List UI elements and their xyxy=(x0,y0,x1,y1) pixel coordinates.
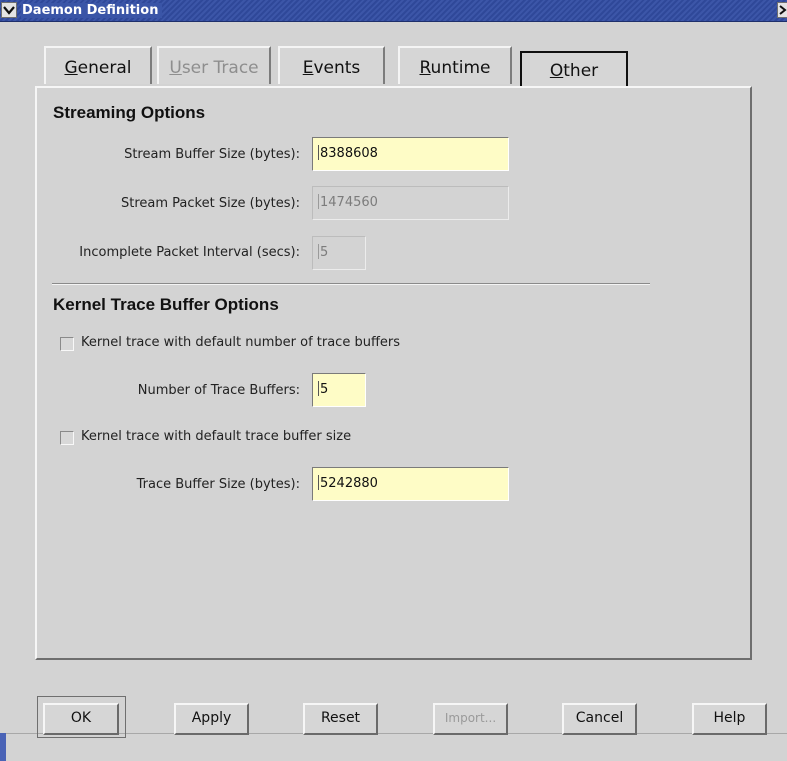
tab-events-mnemonic: E xyxy=(302,58,314,78)
kernel-trace-buffer-heading: Kernel Trace Buffer Options xyxy=(53,295,279,314)
title-bar[interactable]: Daemon Definition xyxy=(0,0,787,22)
text-caret xyxy=(318,381,319,396)
number-of-trace-buffers-value: 5 xyxy=(320,382,329,397)
trace-buffer-size-label: Trace Buffer Size (bytes): xyxy=(136,477,300,492)
stream-buffer-size-field[interactable]: 8388608 xyxy=(312,137,509,171)
default-number-buffers-label[interactable]: Kernel trace with default number of trac… xyxy=(81,335,400,350)
incomplete-packet-interval-label: Incomplete Packet Interval (secs): xyxy=(79,245,300,260)
text-caret xyxy=(318,194,319,209)
tab-general-mnemonic: G xyxy=(64,58,78,78)
tab-events[interactable]: Events xyxy=(278,46,385,84)
incomplete-packet-interval-value: 5 xyxy=(320,245,329,260)
tab-runtime-label: untime xyxy=(430,58,491,78)
window-title: Daemon Definition xyxy=(21,3,163,18)
streaming-options-heading: Streaming Options xyxy=(53,103,206,122)
chevron-right-icon xyxy=(779,5,787,15)
window-right-button[interactable] xyxy=(777,2,787,18)
tab-runtime-mnemonic: R xyxy=(419,58,431,78)
chevron-down-icon xyxy=(3,6,15,15)
tab-events-label: vents xyxy=(313,58,361,78)
section-divider xyxy=(52,283,650,285)
default-number-buffers-checkbox[interactable] xyxy=(60,337,74,351)
tab-runtime[interactable]: Runtime xyxy=(398,46,512,84)
tab-other-label: ther xyxy=(563,61,599,81)
daemon-definition-window: Daemon Definition General User Trace Eve… xyxy=(0,0,787,761)
tab-other-mnemonic: O xyxy=(549,61,564,81)
stream-packet-size-field[interactable]: 1474560 xyxy=(312,186,509,220)
tab-general[interactable]: General xyxy=(44,46,152,84)
ok-button[interactable]: OK xyxy=(43,703,119,735)
tab-user-trace-label: ser Trace xyxy=(181,58,259,78)
cancel-button[interactable]: Cancel xyxy=(562,703,637,735)
default-buffer-size-label[interactable]: Kernel trace with default trace buffer s… xyxy=(81,429,351,444)
tab-general-label: eneral xyxy=(77,58,132,78)
text-caret xyxy=(318,145,319,160)
tab-user-trace[interactable]: User Trace xyxy=(157,46,271,84)
window-left-edge xyxy=(0,22,6,761)
number-of-trace-buffers-label: Number of Trace Buffers: xyxy=(137,383,300,398)
stream-buffer-size-value: 8388608 xyxy=(320,146,378,161)
stream-packet-size-label: Stream Packet Size (bytes): xyxy=(121,196,300,211)
stream-packet-size-value: 1474560 xyxy=(320,195,378,210)
text-caret xyxy=(318,475,319,490)
other-tab-panel xyxy=(35,86,752,660)
stream-buffer-size-label: Stream Buffer Size (bytes): xyxy=(124,147,300,162)
number-of-trace-buffers-field[interactable]: 5 xyxy=(312,373,366,407)
trace-buffer-size-field[interactable]: 5242880 xyxy=(312,467,509,501)
window-menu-button[interactable] xyxy=(1,2,17,18)
tab-user-trace-mnemonic: U xyxy=(169,58,182,78)
incomplete-packet-interval-field[interactable]: 5 xyxy=(312,236,366,270)
import-button[interactable]: Import... xyxy=(433,703,508,735)
reset-button[interactable]: Reset xyxy=(303,703,378,735)
trace-buffer-size-value: 5242880 xyxy=(320,476,378,491)
tab-other[interactable]: Other xyxy=(520,51,628,88)
help-button[interactable]: Help xyxy=(692,703,767,735)
default-buffer-size-checkbox[interactable] xyxy=(60,431,74,445)
apply-button[interactable]: Apply xyxy=(174,703,249,735)
text-caret xyxy=(318,244,319,259)
window-edge-accent xyxy=(0,733,6,761)
